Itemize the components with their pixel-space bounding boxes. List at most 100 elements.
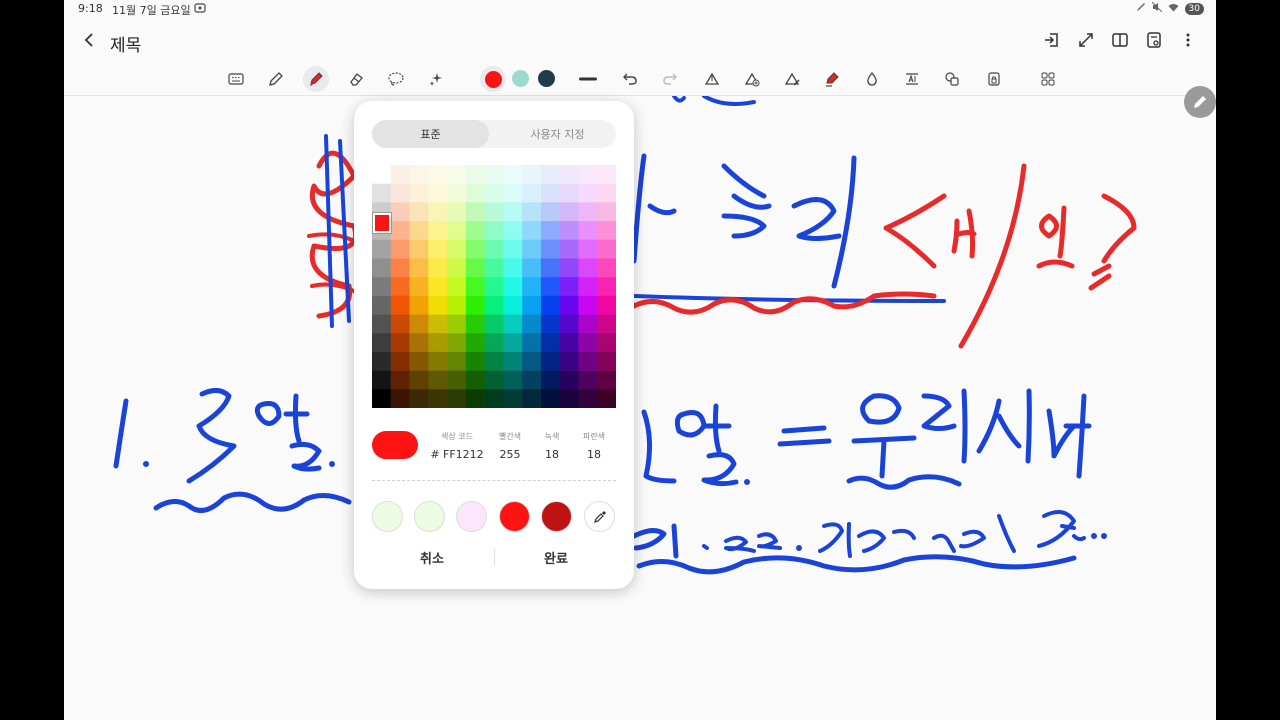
palette-cell[interactable] — [522, 239, 542, 259]
palette-cell[interactable] — [390, 314, 410, 334]
palette-cell[interactable] — [409, 277, 429, 297]
ai-sparkle-icon[interactable] — [423, 66, 449, 92]
palette-cell[interactable] — [484, 295, 504, 315]
palette-cell[interactable] — [465, 389, 485, 408]
recent-color-3[interactable] — [456, 501, 487, 532]
color-slot-1[interactable] — [480, 66, 506, 92]
palette-cell[interactable] — [522, 258, 542, 278]
palette-cell[interactable] — [428, 221, 448, 241]
palette-cell[interactable] — [447, 183, 467, 203]
tab-custom[interactable]: 사용자 지정 — [499, 120, 616, 148]
palette-cell[interactable] — [578, 239, 598, 259]
palette-cell[interactable] — [390, 333, 410, 353]
palette-cell[interactable] — [390, 295, 410, 315]
palette-cell[interactable] — [409, 202, 429, 222]
palette-cell[interactable] — [409, 314, 429, 334]
page-settings-icon[interactable] — [1144, 30, 1164, 50]
palette-cell[interactable] — [484, 277, 504, 297]
palette-cell[interactable] — [372, 389, 392, 408]
palette-cell[interactable] — [597, 333, 616, 353]
palette-cell[interactable] — [465, 351, 485, 371]
palette-cell[interactable] — [522, 165, 542, 184]
export-icon[interactable] — [1042, 30, 1062, 50]
palette-cell[interactable] — [503, 295, 523, 315]
palette-cell[interactable] — [484, 333, 504, 353]
shape-edit-icon[interactable] — [779, 66, 805, 92]
palette-cell[interactable] — [503, 277, 523, 297]
palette-cell[interactable] — [447, 351, 467, 371]
edit-fab-button[interactable] — [1184, 86, 1216, 118]
palette-cell[interactable] — [428, 165, 448, 184]
palette-cell[interactable] — [428, 314, 448, 334]
recent-color-5[interactable] — [541, 501, 572, 532]
palette-cell[interactable] — [578, 370, 598, 390]
palette-cell[interactable] — [390, 202, 410, 222]
palette-cell[interactable] — [578, 202, 598, 222]
palette-cell[interactable] — [465, 333, 485, 353]
palette-cell[interactable] — [540, 333, 560, 353]
palette-cell[interactable] — [503, 351, 523, 371]
palette-cell[interactable] — [540, 370, 560, 390]
palette-cell[interactable] — [597, 351, 616, 371]
palette-cell[interactable] — [522, 389, 542, 408]
palette-cell[interactable] — [559, 295, 579, 315]
palette-cell[interactable] — [559, 277, 579, 297]
palette-cell[interactable] — [503, 183, 523, 203]
palette-cell[interactable] — [559, 314, 579, 334]
palette-cell[interactable] — [484, 239, 504, 259]
palette-cell[interactable] — [372, 277, 392, 297]
palette-cell[interactable] — [597, 295, 616, 315]
palette-cell[interactable] — [503, 221, 523, 241]
keyboard-icon[interactable] — [223, 66, 249, 92]
palette-cell[interactable] — [447, 202, 467, 222]
palette-cell[interactable] — [484, 258, 504, 278]
green-value-field[interactable]: 녹색 18 — [534, 431, 570, 461]
palette-cell[interactable] — [597, 370, 616, 390]
palette-cell[interactable] — [447, 389, 467, 408]
palette-cell[interactable] — [428, 277, 448, 297]
palette-cell[interactable] — [559, 351, 579, 371]
color-slot-3[interactable] — [538, 70, 555, 87]
recent-color-1[interactable] — [372, 501, 403, 532]
palette-cell[interactable] — [390, 277, 410, 297]
palette-cell[interactable] — [540, 351, 560, 371]
palette-cell[interactable] — [559, 333, 579, 353]
more-icon[interactable] — [1178, 30, 1198, 50]
cancel-button[interactable]: 취소 — [372, 543, 492, 571]
eyedropper-button[interactable] — [584, 501, 615, 532]
pen-icon[interactable] — [263, 66, 289, 92]
palette-cell[interactable] — [559, 370, 579, 390]
palette-cell[interactable] — [447, 314, 467, 334]
palette-cell[interactable] — [409, 258, 429, 278]
palette-cell[interactable] — [409, 370, 429, 390]
palette-cell[interactable] — [484, 389, 504, 408]
palette-cell[interactable] — [372, 183, 392, 203]
marker-icon[interactable] — [819, 66, 845, 92]
palette-cell[interactable] — [522, 221, 542, 241]
palette-cell[interactable] — [540, 295, 560, 315]
palette-cell[interactable] — [578, 221, 598, 241]
palette-cell[interactable] — [484, 165, 504, 184]
lasso-icon[interactable] — [383, 66, 409, 92]
palette-cell[interactable] — [372, 295, 392, 315]
palette-cell[interactable] — [428, 258, 448, 278]
palette-cell[interactable] — [559, 165, 579, 184]
fill-icon[interactable] — [859, 66, 885, 92]
note-title[interactable]: 제목 — [110, 31, 141, 56]
palette-cell[interactable] — [484, 351, 504, 371]
highlighter-icon[interactable] — [303, 66, 329, 92]
palette-cell[interactable] — [447, 277, 467, 297]
hex-value-field[interactable]: 색상 코드 # FF1212 — [428, 431, 486, 461]
palette-cell[interactable] — [409, 239, 429, 259]
palette-cell[interactable] — [484, 183, 504, 203]
palette-cell[interactable] — [372, 333, 392, 353]
palette-cell[interactable] — [578, 258, 598, 278]
palette-cell[interactable] — [503, 370, 523, 390]
palette-cell[interactable] — [597, 239, 616, 259]
grid-icon[interactable] — [1035, 66, 1061, 92]
palette-cell[interactable] — [447, 333, 467, 353]
palette-cell[interactable] — [559, 239, 579, 259]
palette-cell[interactable] — [522, 314, 542, 334]
done-button[interactable]: 완료 — [496, 543, 616, 571]
palette-cell[interactable] — [503, 239, 523, 259]
